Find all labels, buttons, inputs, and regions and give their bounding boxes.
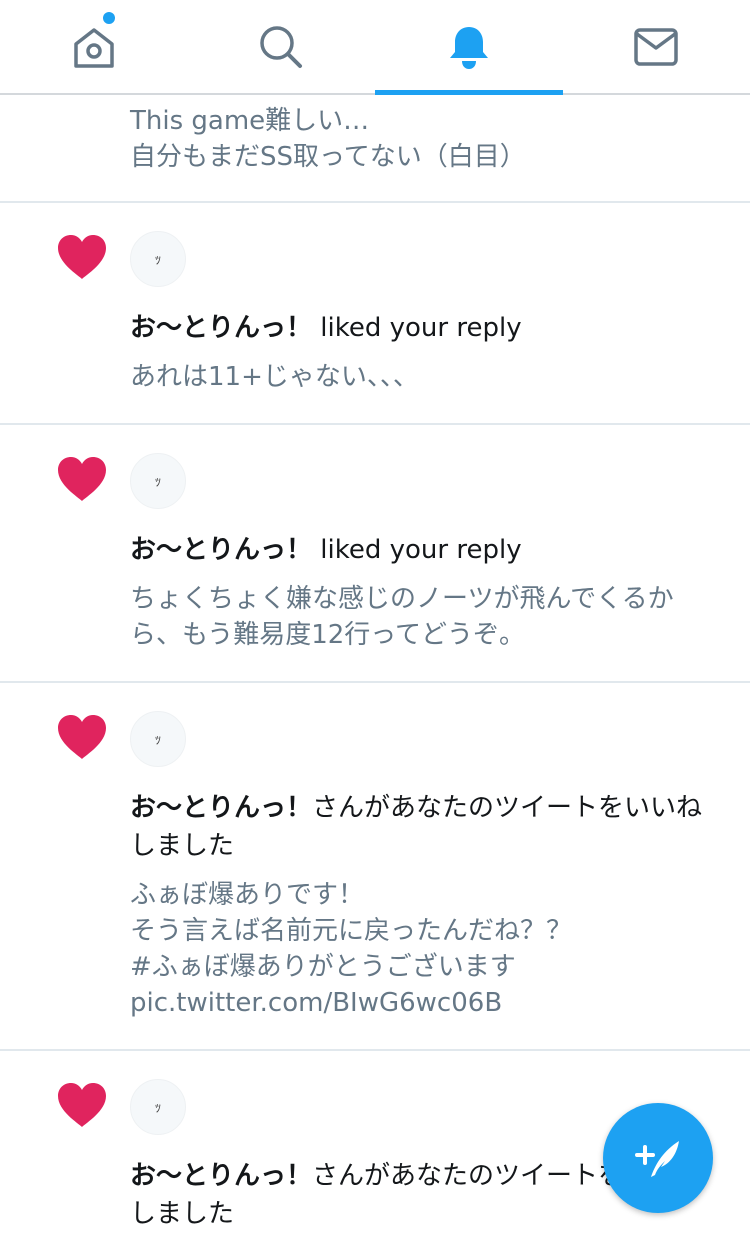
notification-item[interactable]: ｯ お〜とりんっ！ liked your reply あれは11+じゃない、、、 xyxy=(0,203,750,425)
home-icon xyxy=(74,27,114,68)
partial-notification-snippet[interactable]: This game難しい… 自分もまだSS取ってない（白目） xyxy=(0,95,750,203)
notification-feed: This game難しい… 自分もまだSS取ってない（白目） ｯ お〜とりんっ！… xyxy=(0,95,750,1250)
notification-dot xyxy=(103,12,115,24)
notification-action: liked your reply xyxy=(312,313,522,343)
tweet-snippet: あれは11+じゃない、、、 xyxy=(130,362,419,392)
notification-item[interactable]: ｯ お〜とりんっ！さんがあなたのツイートをいいねしました ふぁぼ爆ありです！ そ… xyxy=(0,683,750,1051)
compose-tweet-icon xyxy=(635,1141,679,1177)
user-name[interactable]: お〜とりんっ！ xyxy=(130,1161,312,1191)
avatar[interactable]: ｯ xyxy=(130,1079,186,1135)
notifications-screen: This game難しい… 自分もまだSS取ってない（白目） ｯ お〜とりんっ！… xyxy=(0,0,750,1250)
avatar-glyph: ｯ xyxy=(154,1100,162,1116)
avatar[interactable]: ｯ xyxy=(130,231,186,287)
user-name[interactable]: お〜とりんっ！ xyxy=(130,793,312,823)
notification-action: liked your reply xyxy=(312,535,522,565)
user-name[interactable]: お〜とりんっ！ xyxy=(130,313,312,343)
tweet-snippet: ちょくちょく嫌な感じのノーツが飛んでくるから、もう難易度12行ってどうぞ。 xyxy=(130,584,674,650)
tab-messages[interactable] xyxy=(563,0,750,93)
notification-headline: お〜とりんっ！ liked your reply xyxy=(130,531,720,569)
search-icon xyxy=(260,25,303,68)
avatar[interactable]: ｯ xyxy=(130,711,186,767)
top-tab-bar xyxy=(0,0,750,95)
notification-headline: お〜とりんっ！ liked your reply xyxy=(130,309,720,347)
avatar-glyph: ｯ xyxy=(154,474,162,490)
heart-icon xyxy=(58,715,106,759)
heart-icon xyxy=(58,1083,106,1127)
heart-icon xyxy=(58,235,106,279)
avatar-glyph: ｯ xyxy=(154,252,162,268)
notification-item[interactable]: ｯ お〜とりんっ！ liked your reply ちょくちょく嫌な感じのノー… xyxy=(0,425,750,683)
avatar[interactable]: ｯ xyxy=(130,453,186,509)
tweet-snippet: ふぁぼ爆ありです！ そう言えば名前元に戻ったんだね？？ #ふぁぼ爆ありがとうござ… xyxy=(130,880,573,1018)
tab-notifications[interactable] xyxy=(375,0,563,95)
bell-icon xyxy=(449,26,488,69)
heart-icon xyxy=(58,457,106,501)
mail-icon xyxy=(634,27,678,66)
avatar-glyph: ｯ xyxy=(154,732,162,748)
tab-search[interactable] xyxy=(188,0,376,93)
compose-tweet-button[interactable] xyxy=(603,1103,713,1213)
user-name[interactable]: お〜とりんっ！ xyxy=(130,535,312,565)
notification-headline: お〜とりんっ！さんがあなたのツイートをいいねしました xyxy=(130,789,720,865)
tab-home[interactable] xyxy=(0,0,188,93)
